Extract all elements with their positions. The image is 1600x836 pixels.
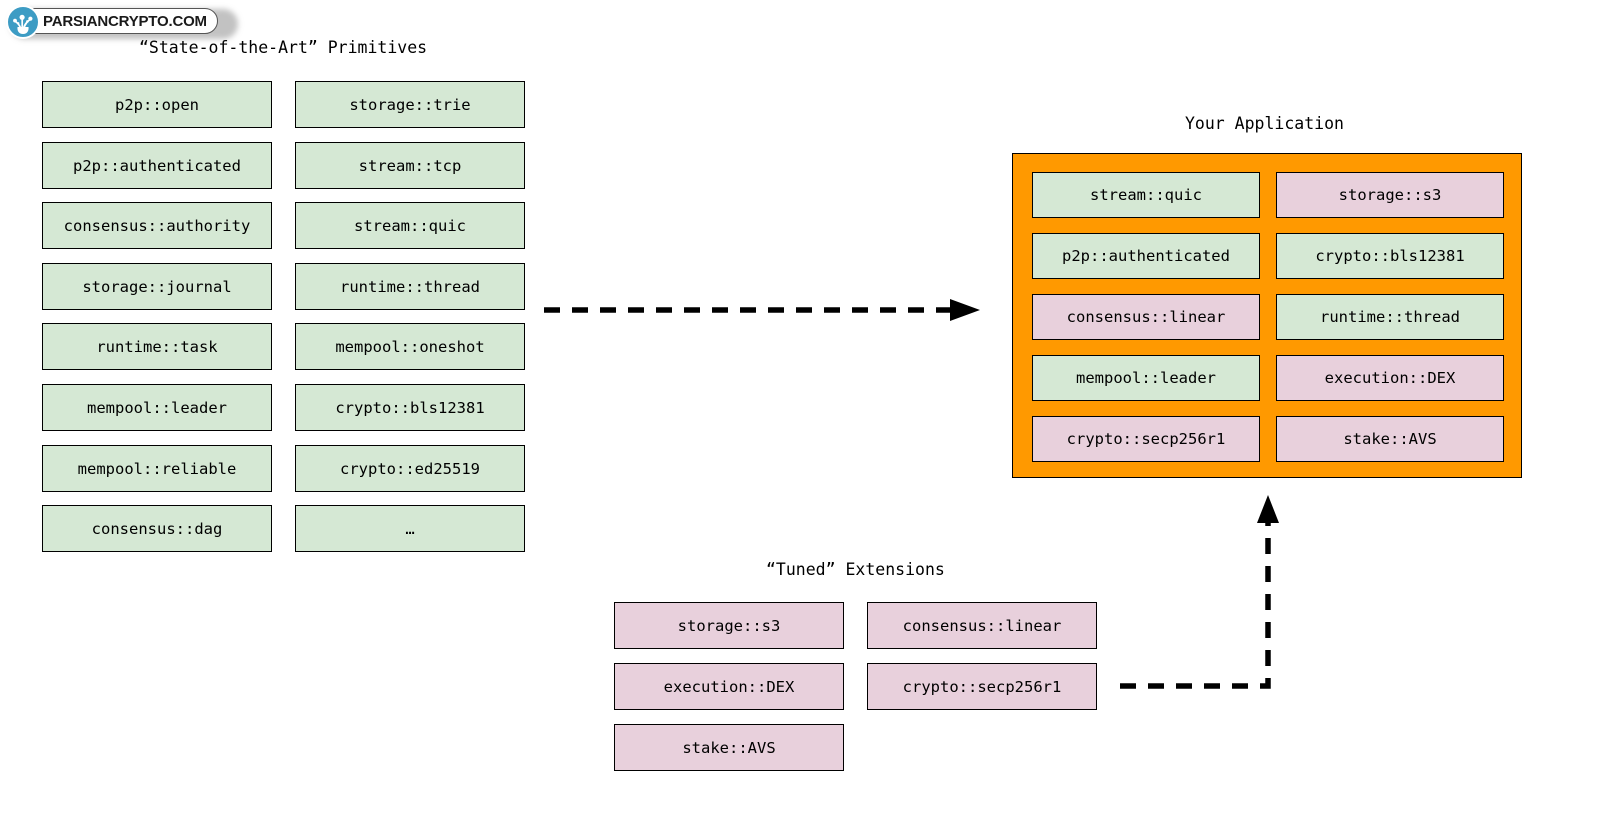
primitive-box[interactable]: p2p::open [42,81,272,128]
application-box[interactable]: stake::AVS [1276,416,1504,462]
application-box[interactable]: runtime::thread [1276,294,1504,340]
primitive-box[interactable]: runtime::task [42,323,272,370]
primitive-box[interactable]: runtime::thread [295,263,525,310]
application-box[interactable]: storage::s3 [1276,172,1504,218]
primitive-box[interactable]: storage::journal [42,263,272,310]
extension-box[interactable]: execution::DEX [614,663,844,710]
primitive-box[interactable]: mempool::leader [42,384,272,431]
watermark-brand-text: PARSIANCRYPTO.COM [43,12,207,30]
primitive-box[interactable]: storage::trie [295,81,525,128]
application-box[interactable]: mempool::leader [1032,355,1260,401]
extension-box[interactable]: storage::s3 [614,602,844,649]
extension-box[interactable]: consensus::linear [867,602,1097,649]
sprout-network-icon [6,5,40,39]
primitive-box[interactable]: stream::quic [295,202,525,249]
application-box[interactable]: crypto::secp256r1 [1032,416,1260,462]
application-box[interactable]: crypto::bls12381 [1276,233,1504,279]
primitive-box[interactable]: stream::tcp [295,142,525,189]
primitive-box[interactable]: crypto::ed25519 [295,445,525,492]
application-box[interactable]: consensus::linear [1032,294,1260,340]
primitive-box[interactable]: p2p::authenticated [42,142,272,189]
application-box[interactable]: stream::quic [1032,172,1260,218]
your-application-container: stream::quic p2p::authenticated consensu… [1012,153,1522,478]
application-box[interactable]: execution::DEX [1276,355,1504,401]
primitive-box[interactable]: crypto::bls12381 [295,384,525,431]
watermark-pill: PARSIANCRYPTO.COM [22,8,218,34]
primitives-section-title: “State-of-the-Art” Primitives [139,38,428,57]
extension-box[interactable]: crypto::secp256r1 [867,663,1097,710]
primitive-box[interactable]: … [295,505,525,552]
watermark-logo: PARSIANCRYPTO.COM [6,4,238,39]
primitive-box[interactable]: mempool::oneshot [295,323,525,370]
arrow-primitives-to-application [544,299,980,321]
primitive-box[interactable]: consensus::authority [42,202,272,249]
primitive-box[interactable]: mempool::reliable [42,445,272,492]
extensions-section-title: “Tuned” Extensions [766,560,945,579]
arrow-extensions-to-application [1120,495,1279,689]
primitive-box[interactable]: consensus::dag [42,505,272,552]
application-box[interactable]: p2p::authenticated [1032,233,1260,279]
extension-box[interactable]: stake::AVS [614,724,844,771]
application-section-title: Your Application [1185,114,1344,133]
